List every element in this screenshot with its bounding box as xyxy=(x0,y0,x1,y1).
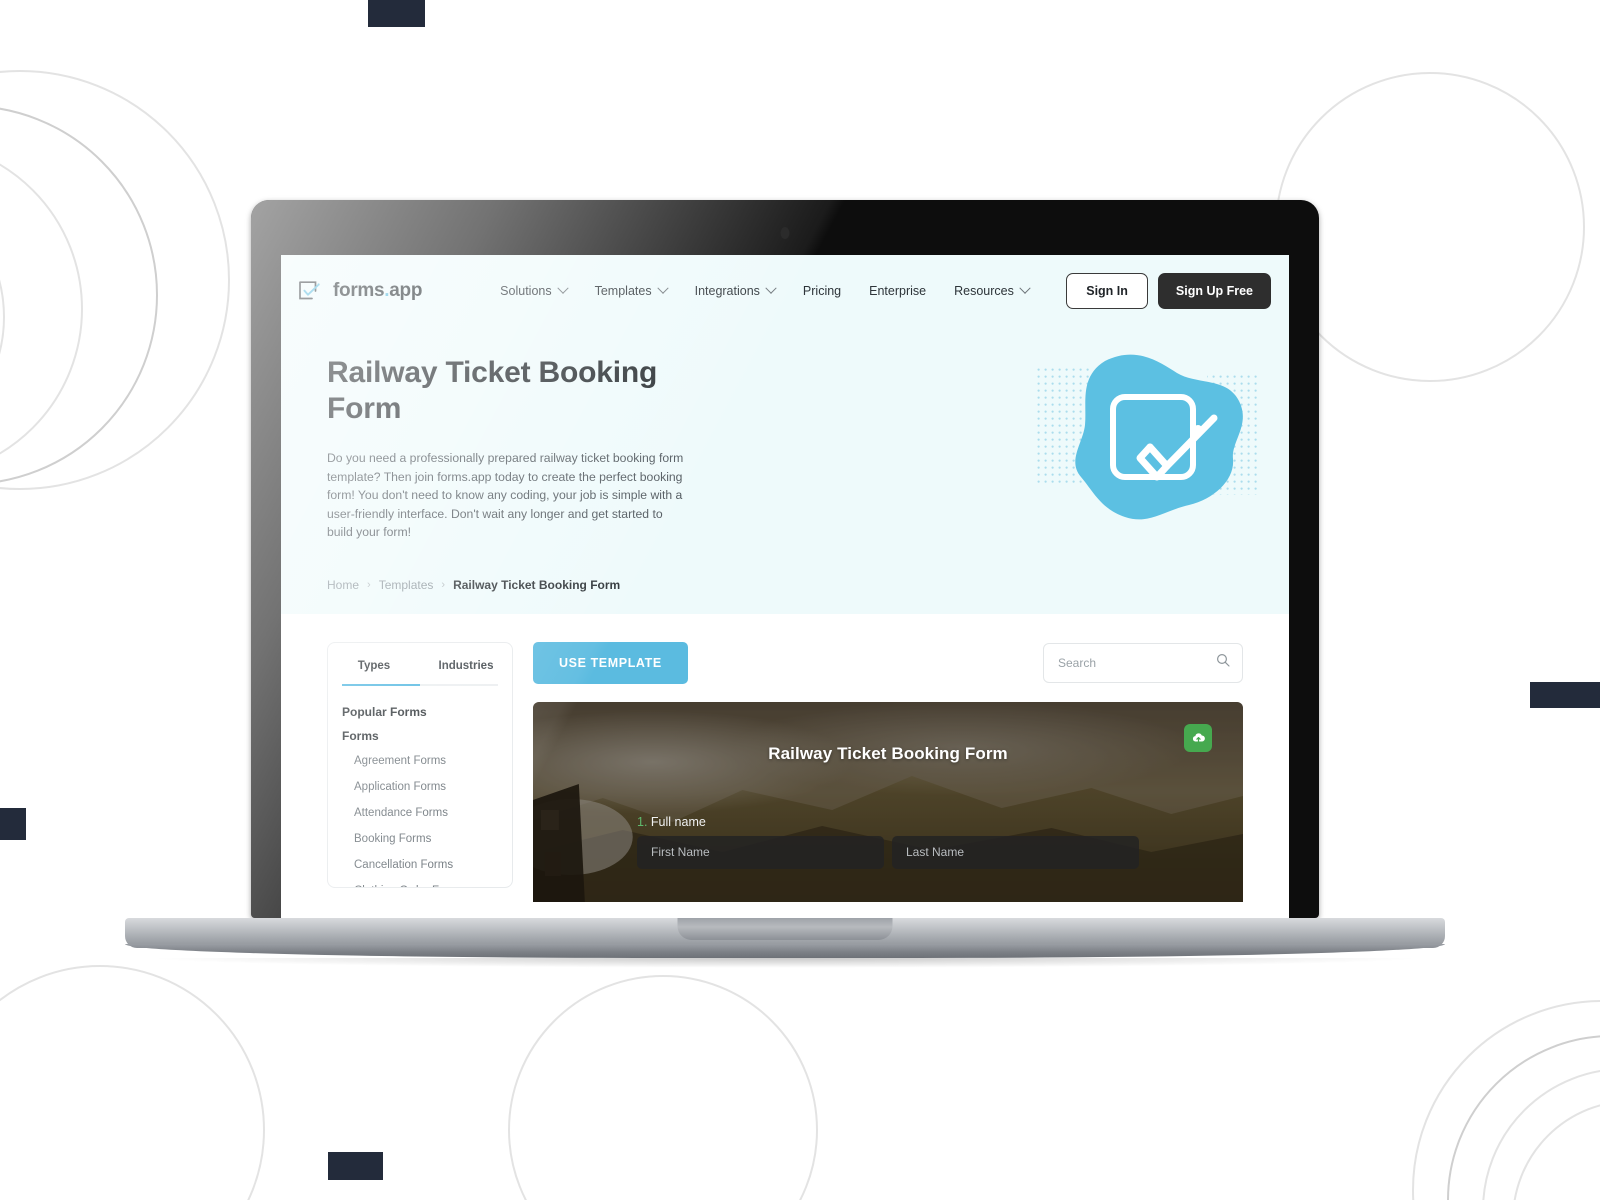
laptop-base-notch xyxy=(677,918,893,940)
nav-label-resources: Resources xyxy=(954,284,1014,298)
content-area: Types Industries Popular Forms Forms Agr… xyxy=(281,613,1289,902)
brand-logo[interactable]: forms.app xyxy=(297,278,422,305)
hero-body: Railway Ticket Booking Form Do you need … xyxy=(281,327,1289,542)
templates-sidebar: Types Industries Popular Forms Forms Agr… xyxy=(327,641,513,888)
chevron-down-icon xyxy=(656,282,669,294)
brand-name: forms xyxy=(333,280,385,301)
nav-item-resources[interactable]: Resources xyxy=(954,282,1031,298)
nav-label-enterprise: Enterprise xyxy=(869,284,927,298)
nav-item-pricing[interactable]: Pricing xyxy=(803,284,841,298)
nav-label-solutions: Solutions xyxy=(500,284,552,298)
chevron-down-icon xyxy=(765,282,777,294)
tab-types[interactable]: Types xyxy=(328,643,420,684)
sidebar-item-cancellation-forms[interactable]: Cancellation Forms xyxy=(328,852,512,878)
laptop-base xyxy=(125,918,1445,973)
decor-square-top xyxy=(368,0,425,27)
preview-last-name-field[interactable]: Last Name xyxy=(892,835,1139,869)
preview-form-title: Railway Ticket Booking Form xyxy=(768,743,1008,763)
laptop-mockup: forms.app Solutions Templates Integratio xyxy=(125,200,1445,973)
chevron-down-icon xyxy=(556,282,569,294)
nav-label-pricing: Pricing xyxy=(802,284,842,298)
preview-name-row: First Name Last Name xyxy=(637,835,1139,869)
sidebar-heading-forms[interactable]: Forms xyxy=(328,724,512,748)
chevron-down-icon xyxy=(1019,282,1031,294)
breadcrumb-separator-icon: › xyxy=(367,578,371,591)
hero-section: forms.app Solutions Templates Integratio xyxy=(281,255,1289,614)
decor-ring-bottom-left xyxy=(0,965,265,1200)
sign-in-button[interactable]: Sign In xyxy=(1066,273,1148,309)
sidebar-list: Popular Forms Forms Agreement Forms Appl… xyxy=(328,686,512,887)
preview-first-name-field[interactable]: First Name xyxy=(637,835,884,869)
preview-question-label: 1. Full name xyxy=(637,815,706,829)
laptop-lid: forms.app Solutions Templates Integratio xyxy=(251,200,1319,918)
search-input[interactable] xyxy=(1056,654,1216,671)
use-template-button[interactable]: USE TEMPLATE xyxy=(533,641,688,684)
site-navbar: forms.app Solutions Templates Integratio xyxy=(281,255,1289,327)
breadcrumb-templates[interactable]: Templates xyxy=(379,578,434,592)
sidebar-item-attendance-forms[interactable]: Attendance Forms xyxy=(328,800,512,826)
navbar-links: Solutions Templates Integrations Pricing… xyxy=(500,282,1031,298)
tab-underline xyxy=(342,683,498,686)
preview-question-text: Full name xyxy=(650,814,706,829)
preview-overlay xyxy=(533,701,1243,902)
hero-description: Do you need a professionally prepared ra… xyxy=(327,451,684,540)
form-preview[interactable]: Railway Ticket Booking Form 1. Full name… xyxy=(533,701,1243,902)
template-main: USE TEMPLATE Search Railway Ticket Booki… xyxy=(533,641,1243,902)
nav-item-solutions[interactable]: Solutions xyxy=(500,282,569,298)
preview-question-number: 1. xyxy=(637,814,648,829)
cloud-upload-icon[interactable] xyxy=(1184,723,1212,752)
page-title: Railway Ticket Booking Form xyxy=(327,356,658,425)
sidebar-item-agreement-forms[interactable]: Agreement Forms xyxy=(328,748,512,774)
tab-industries[interactable]: Industries xyxy=(420,643,512,684)
sidebar-heading-popular-forms[interactable]: Popular Forms xyxy=(328,700,512,724)
breadcrumb-home[interactable]: Home xyxy=(327,578,359,592)
nav-item-enterprise[interactable]: Enterprise xyxy=(869,284,926,298)
hero-text-block: Railway Ticket Booking Form Do you need … xyxy=(327,355,687,542)
breadcrumb-separator-icon: › xyxy=(441,578,446,591)
laptop-base-lip xyxy=(125,944,1445,958)
search-icon[interactable] xyxy=(1216,653,1230,672)
sidebar-item-application-forms[interactable]: Application Forms xyxy=(328,774,512,800)
sidebar-tabs: Types Industries xyxy=(328,643,512,684)
sidebar-item-booking-forms[interactable]: Booking Forms xyxy=(328,826,512,852)
sidebar-item-clothing-order-forms[interactable]: Clothing Order Forms xyxy=(328,878,512,887)
nav-label-templates: Templates xyxy=(594,284,652,298)
navbar-actions: Sign In Sign Up Free xyxy=(1066,273,1271,309)
brand-logo-text: forms.app xyxy=(333,280,422,302)
template-toolbar: USE TEMPLATE xyxy=(533,641,1243,684)
laptop-camera-icon xyxy=(780,227,790,239)
nav-item-templates[interactable]: Templates xyxy=(594,282,669,298)
nav-label-integrations: Integrations xyxy=(694,284,760,298)
nav-item-integrations[interactable]: Integrations xyxy=(694,282,777,298)
browser-screen: forms.app Solutions Templates Integratio xyxy=(281,255,1289,918)
decor-square-left xyxy=(0,808,26,840)
sign-up-free-button[interactable]: Sign Up Free xyxy=(1157,273,1271,309)
search-box[interactable] xyxy=(1043,642,1243,683)
decor-ring-bottom-center xyxy=(508,975,818,1200)
decor-square-right xyxy=(1530,682,1600,708)
laptop-base-shadow xyxy=(145,958,1425,968)
document-check-blob-illustration-icon xyxy=(1009,333,1269,533)
decor-square-bottom xyxy=(328,1152,383,1180)
breadcrumb: Home › Templates › Railway Ticket Bookin… xyxy=(281,542,1289,614)
brand-suffix: app xyxy=(389,280,423,301)
breadcrumb-current: Railway Ticket Booking Form xyxy=(453,577,621,592)
forms-app-check-logo-icon xyxy=(297,278,324,305)
